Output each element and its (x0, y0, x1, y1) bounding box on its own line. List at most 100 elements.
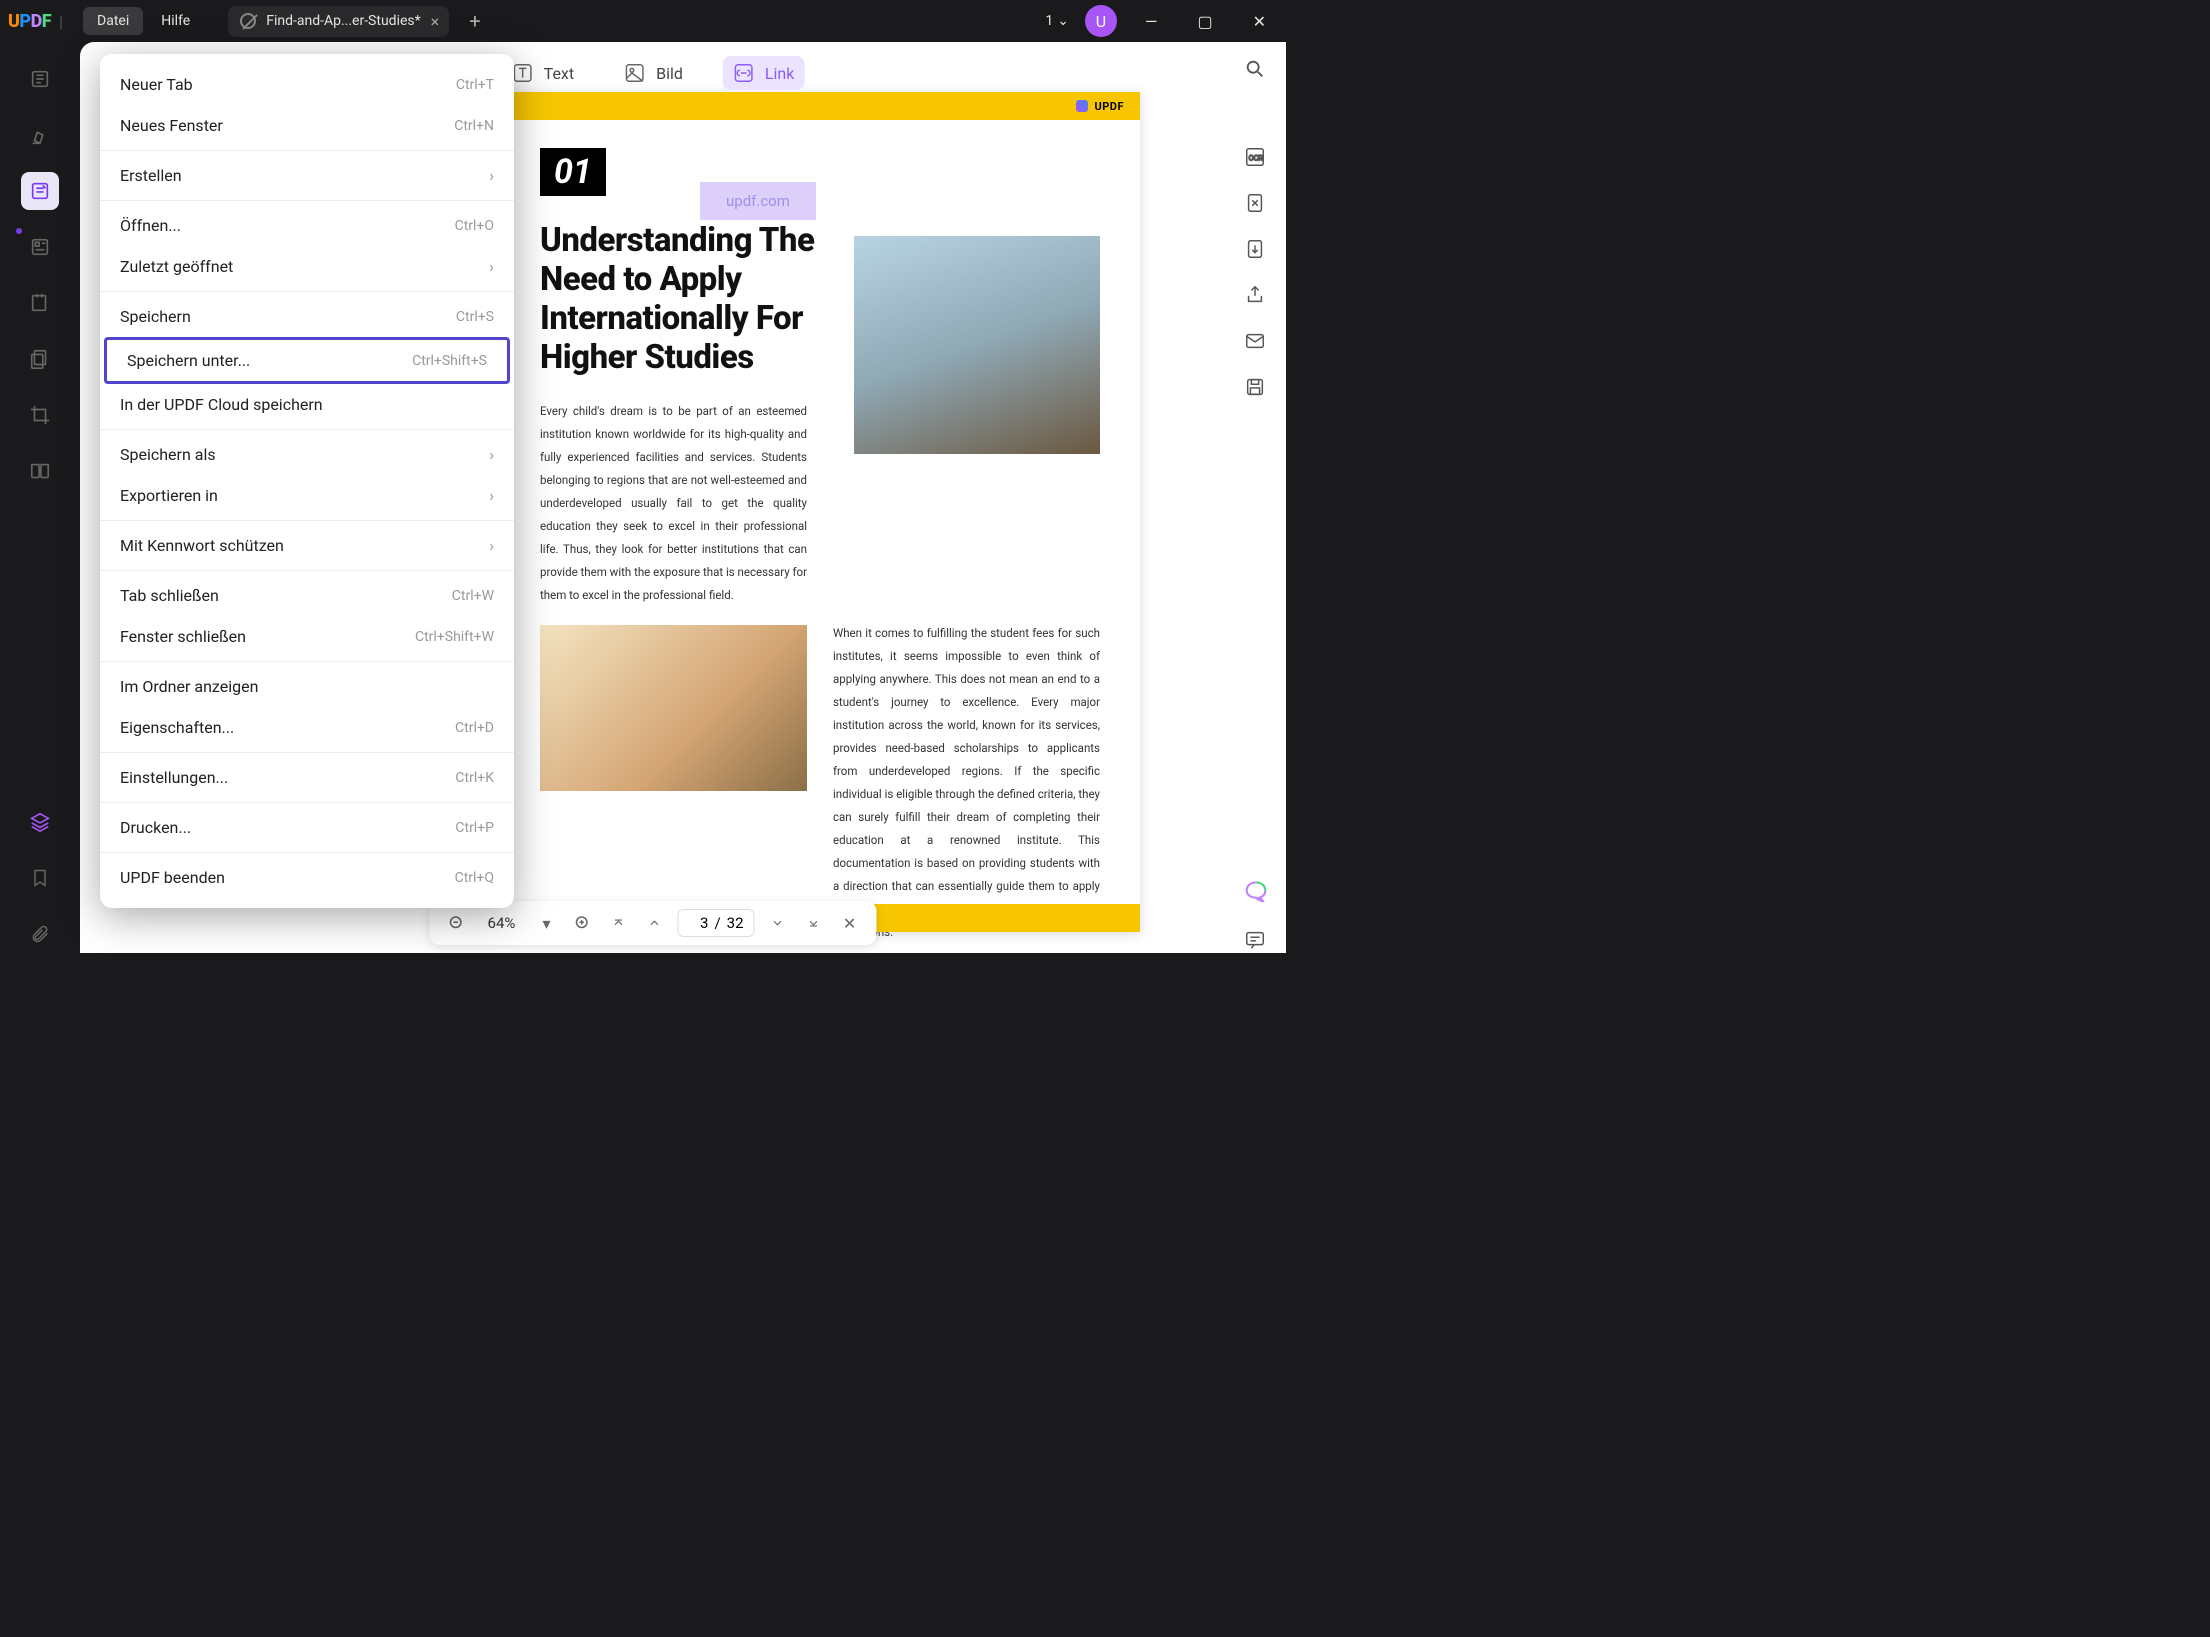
menu-save-cloud[interactable]: In der UPDF Cloud speichern (100, 384, 514, 425)
menu-export[interactable]: Exportieren in› (100, 475, 514, 516)
chevron-right-icon: › (489, 486, 494, 505)
pages-tool-icon[interactable] (21, 340, 59, 378)
edit-text-label: Text (544, 64, 574, 83)
first-page-button[interactable] (605, 910, 631, 936)
edit-link-label: Link (765, 64, 794, 83)
menu-save-as[interactable]: Speichern unter...Ctrl+Shift+S (107, 340, 507, 381)
tab-close-icon[interactable]: × (431, 12, 440, 31)
menu-password[interactable]: Mit Kennwort schützen› (100, 525, 514, 566)
organize-tool-icon[interactable] (21, 284, 59, 322)
menu-recent[interactable]: Zuletzt geöffnet› (100, 246, 514, 287)
page-heading: Understanding The Need to Apply Internat… (540, 222, 880, 378)
page-header-band: UPDF (500, 92, 1140, 120)
document-page[interactable]: UPDF 01 Understanding The Need to Apply … (500, 92, 1140, 932)
zoom-in-button[interactable] (569, 910, 595, 936)
document-tab[interactable]: Find-and-Ap...er-Studies* × (228, 6, 449, 37)
page-number-box[interactable]: 3 / 32 (677, 909, 754, 937)
tab-title: Find-and-Ap...er-Studies* (266, 13, 420, 29)
menu-show-folder[interactable]: Im Ordner anzeigen (100, 666, 514, 707)
last-page-button[interactable] (801, 910, 827, 936)
menu-save-as-highlight: Speichern unter...Ctrl+Shift+S (104, 337, 510, 384)
email-icon[interactable] (1244, 330, 1268, 354)
zoom-dropdown-icon[interactable]: ▾ (533, 910, 559, 936)
window-count-value: 1 (1045, 13, 1053, 29)
zoom-level[interactable]: 64% (479, 914, 523, 932)
highlight-tool-icon[interactable] (21, 116, 59, 154)
menu-properties[interactable]: Eigenschaften...Ctrl+D (100, 707, 514, 748)
image-icon (624, 62, 646, 84)
window-count[interactable]: 1 ⌄ (1045, 13, 1069, 29)
compress-icon[interactable] (1244, 192, 1268, 216)
menu-separator (100, 291, 514, 292)
edit-image-button[interactable]: Bild (614, 56, 693, 90)
chevron-right-icon: › (489, 257, 494, 276)
menu-separator (100, 570, 514, 571)
body-image-left (540, 625, 807, 791)
svg-text:OCR: OCR (1249, 154, 1264, 163)
save-icon[interactable] (1244, 376, 1268, 400)
title-bar: UPDF | Datei Hilfe Find-and-Ap...er-Stud… (0, 0, 1286, 42)
close-button[interactable]: ✕ (1241, 4, 1278, 39)
menu-close-window[interactable]: Fenster schließenCtrl+Shift+W (100, 616, 514, 657)
menu-create[interactable]: Erstellen› (100, 155, 514, 196)
hero-image-right (854, 236, 1100, 454)
prev-page-button[interactable] (641, 910, 667, 936)
datei-dropdown-menu: Neuer TabCtrl+T Neues FensterCtrl+N Erst… (100, 54, 514, 908)
menu-separator (100, 802, 514, 803)
body-column-right: When it comes to fulfilling the student … (833, 400, 1100, 944)
para-left: Every child's dream is to be part of an … (540, 400, 807, 607)
app-logo: UPDF (8, 11, 51, 32)
menu-separator (100, 752, 514, 753)
menu-separator (100, 661, 514, 662)
menu-open[interactable]: Öffnen...Ctrl+O (100, 205, 514, 246)
current-page: 3 (688, 914, 708, 932)
menu-new-tab[interactable]: Neuer TabCtrl+T (100, 64, 514, 105)
edit-text-button[interactable]: Text (502, 56, 584, 90)
para-right: When it comes to fulfilling the student … (833, 622, 1100, 944)
left-toolbar (0, 42, 80, 953)
right-toolbar: OCR (1226, 42, 1286, 953)
body-columns: Every child's dream is to be part of an … (540, 400, 1100, 944)
zoom-out-button[interactable] (443, 910, 469, 936)
menu-settings[interactable]: Einstellungen...Ctrl+K (100, 757, 514, 798)
close-pager-button[interactable]: ✕ (837, 910, 863, 936)
page-content: 01 Understanding The Need to Apply Inter… (500, 120, 1140, 953)
menu-close-tab[interactable]: Tab schließenCtrl+W (100, 575, 514, 616)
menu-hilfe[interactable]: Hilfe (147, 7, 204, 35)
text-icon (512, 62, 534, 84)
menu-separator (100, 852, 514, 853)
menu-separator (100, 429, 514, 430)
link-annotation[interactable]: updf.com (700, 182, 816, 220)
share-icon[interactable] (1244, 284, 1268, 308)
minimize-button[interactable]: — (1133, 4, 1170, 39)
ocr-icon[interactable]: OCR (1244, 146, 1268, 170)
new-tab-button[interactable]: + (469, 9, 480, 33)
menu-new-window[interactable]: Neues FensterCtrl+N (100, 105, 514, 146)
next-page-button[interactable] (765, 910, 791, 936)
menu-print[interactable]: Drucken...Ctrl+P (100, 807, 514, 848)
link-icon (733, 62, 755, 84)
bookmark-icon[interactable] (21, 859, 59, 897)
menu-save-as-type[interactable]: Speichern als› (100, 434, 514, 475)
ai-assistant-icon[interactable] (1242, 879, 1270, 907)
comment-icon[interactable] (1244, 929, 1268, 953)
edit-image-label: Bild (656, 64, 683, 83)
layers-icon[interactable] (21, 803, 59, 841)
menu-save[interactable]: SpeichernCtrl+S (100, 296, 514, 337)
user-avatar[interactable]: U (1085, 5, 1117, 37)
chevron-right-icon: › (489, 445, 494, 464)
menu-quit[interactable]: UPDF beendenCtrl+Q (100, 857, 514, 898)
maximize-button[interactable]: ▢ (1185, 4, 1224, 39)
crop-tool-icon[interactable] (21, 396, 59, 434)
reader-tool-icon[interactable] (21, 60, 59, 98)
attachment-icon[interactable] (21, 915, 59, 953)
search-icon[interactable] (1244, 58, 1268, 82)
compare-tool-icon[interactable] (21, 452, 59, 490)
convert-icon[interactable] (1244, 238, 1268, 262)
form-tool-icon[interactable] (21, 228, 59, 266)
edit-link-button[interactable]: Link (723, 56, 804, 90)
edit-tool-icon[interactable] (21, 172, 59, 210)
menu-datei[interactable]: Datei (83, 7, 143, 35)
total-pages: 32 (727, 914, 744, 932)
chevron-right-icon: › (489, 536, 494, 555)
